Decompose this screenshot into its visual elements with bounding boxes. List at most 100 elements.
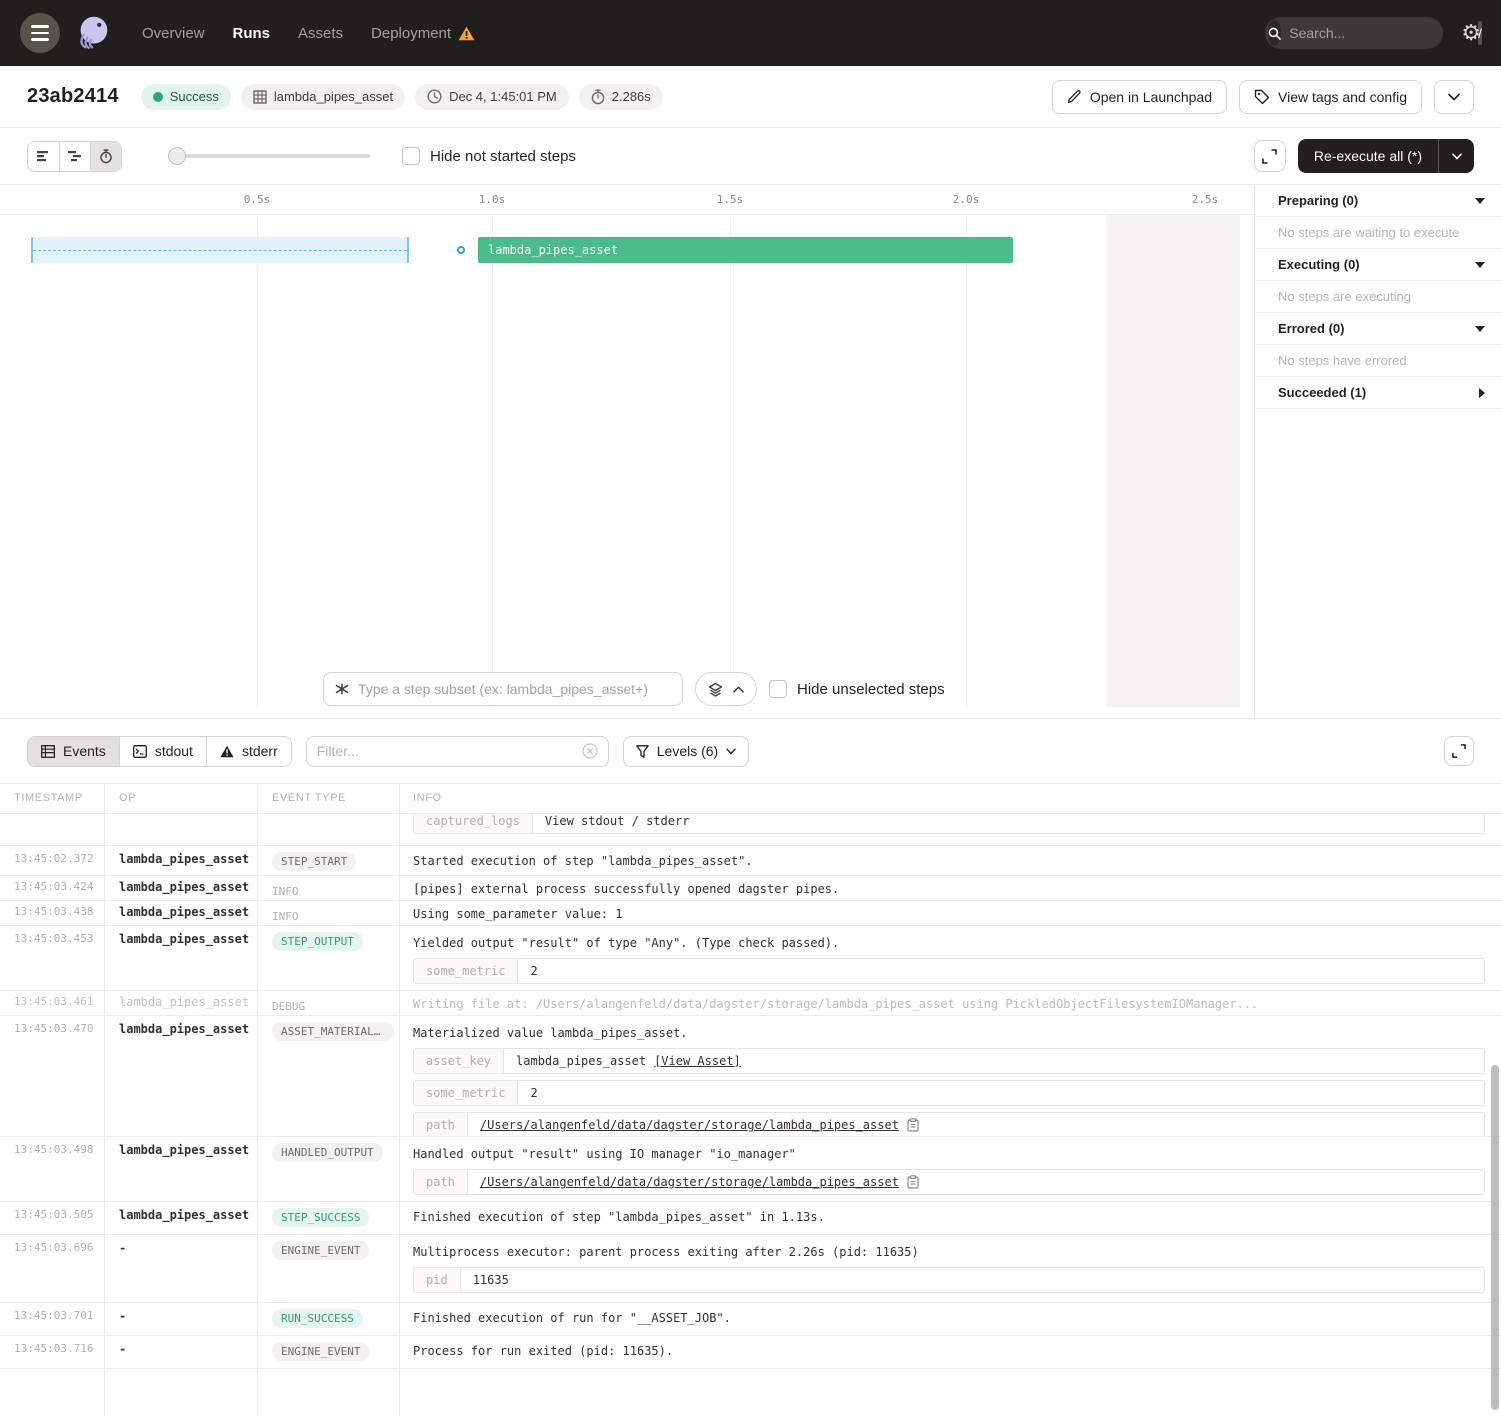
log-row[interactable]: 13:45:03.438 lambda_pipes_asset INFO Usi…: [0, 901, 1501, 926]
log-row[interactable]: 13:45:03.453 lambda_pipes_asset STEP_OUT…: [0, 926, 1501, 991]
metadata-value: 2: [518, 1081, 549, 1105]
log-message: Handled output "result" using IO manager…: [413, 1143, 1485, 1163]
step-subset-input[interactable]: [358, 681, 672, 697]
hide-unselected-checkbox[interactable]: [769, 680, 787, 698]
view-stdout-stderr-link[interactable]: View stdout / stderr: [545, 814, 690, 828]
run-actions-dropdown-button[interactable]: [1434, 80, 1474, 114]
section-errored[interactable]: Errored (0): [1256, 313, 1501, 345]
metadata-value: 2: [518, 959, 549, 983]
gantt-fullscreen-button[interactable]: [1254, 140, 1286, 172]
log-message: Process for run exited (pid: 11635).: [400, 1336, 1501, 1368]
global-search[interactable]: /: [1265, 17, 1443, 49]
op-name: -: [105, 1336, 258, 1368]
zoom-slider[interactable]: [170, 147, 370, 165]
log-tabs: Events stdout stderr: [27, 736, 292, 767]
section-succeeded[interactable]: Succeeded (1): [1256, 377, 1501, 409]
metadata-key: pid: [414, 1268, 461, 1292]
tab-stdout[interactable]: stdout: [119, 737, 206, 766]
copy-icon[interactable]: [907, 1175, 919, 1189]
section-preparing[interactable]: Preparing (0): [1256, 185, 1501, 217]
reexecute-dropdown-button[interactable]: [1438, 139, 1474, 173]
graph-query-toggle-button[interactable]: [695, 672, 757, 706]
metadata-entry: some_metric 2: [413, 1080, 1485, 1106]
log-scrollbar-thumb[interactable]: [1491, 1065, 1499, 1410]
copy-icon[interactable]: [907, 1118, 919, 1132]
view-tags-config-button[interactable]: View tags and config: [1239, 80, 1422, 114]
nav-item-deployment[interactable]: Deployment: [371, 25, 475, 42]
start-time-tag: Dec 4, 1:45:01 PM: [415, 84, 569, 110]
col-timestamp: TIMESTAMP: [0, 784, 105, 813]
search-icon: [1268, 20, 1281, 46]
event-type-text: DEBUG: [272, 1000, 305, 1013]
log-row[interactable]: 13:45:03.461 lambda_pipes_asset DEBUG Wr…: [0, 991, 1501, 1016]
log-fullscreen-button[interactable]: [1444, 736, 1474, 766]
log-row[interactable]: 13:45:03.716 - ENGINE_EVENT Process for …: [0, 1336, 1501, 1369]
log-row[interactable]: 13:45:03.701 - RUN_SUCCESS Finished exec…: [0, 1303, 1501, 1336]
log-filter-input[interactable]: [317, 743, 582, 759]
clear-filter-icon[interactable]: [582, 743, 598, 759]
op-name: lambda_pipes_asset: [105, 991, 258, 1015]
open-in-launchpad-label: Open in Launchpad: [1090, 89, 1212, 105]
log-row[interactable]: 13:45:03.424 lambda_pipes_asset INFO [pi…: [0, 876, 1501, 901]
event-type-badge: ASSET_MATERIALIZAT…: [272, 1022, 394, 1041]
tab-events[interactable]: Events: [28, 737, 119, 766]
log-row[interactable]: 13:45:03.470 lambda_pipes_asset ASSET_MA…: [0, 1016, 1501, 1137]
tab-stdout-label: stdout: [155, 743, 193, 759]
timestamp: 13:45:03.470: [0, 1016, 105, 1136]
event-type-text: INFO: [272, 885, 299, 898]
nav-item-overview[interactable]: Overview: [142, 25, 205, 42]
path-link[interactable]: /Users/alangenfeld/data/dagster/storage/…: [480, 1118, 899, 1132]
hide-not-started-checkbox[interactable]: [402, 147, 420, 165]
timestamp: 13:45:03.505: [0, 1202, 105, 1234]
op-name: lambda_pipes_asset: [105, 846, 258, 875]
search-input[interactable]: [1281, 25, 1478, 41]
section-executing-title: Executing (0): [1278, 257, 1360, 272]
log-message: Multiprocess executor: parent process ex…: [413, 1241, 1485, 1261]
flat-list-icon: [37, 150, 51, 162]
grid-icon: [253, 90, 267, 104]
gantt-chart: 0.5s 1.0s 1.5s 2.0s 2.5s lambda_pipes_as…: [0, 185, 1255, 718]
chevron-down-icon: [1452, 153, 1462, 160]
view-mode-waterfall-button[interactable]: [59, 142, 90, 171]
op-name: lambda_pipes_asset: [105, 1202, 258, 1234]
view-mode-timed-button[interactable]: [90, 142, 121, 171]
event-type-badge: STEP_OUTPUT: [272, 932, 363, 951]
hamburger-menu-button[interactable]: [20, 13, 60, 53]
asset-tag-label: lambda_pipes_asset: [274, 89, 393, 104]
log-row[interactable]: 13:45:03.696 - ENGINE_EVENT Multiprocess…: [0, 1235, 1501, 1303]
log-message: Yielded output "result" of type "Any". (…: [413, 932, 1485, 952]
log-row[interactable]: 13:45:03.498 lambda_pipes_asset HANDLED_…: [0, 1137, 1501, 1202]
op-name: lambda_pipes_asset: [105, 901, 258, 925]
timestamp: 13:45:03.696: [0, 1235, 105, 1302]
step-start-marker-icon: [457, 246, 465, 254]
gantt-time-axis: 0.5s 1.0s 1.5s 2.0s 2.5s: [0, 185, 1254, 215]
log-row[interactable]: 13:45:03.505 lambda_pipes_asset STEP_SUC…: [0, 1202, 1501, 1235]
expand-icon: [1452, 744, 1466, 758]
nav-item-runs[interactable]: Runs: [233, 25, 271, 42]
open-in-launchpad-button[interactable]: Open in Launchpad: [1052, 80, 1227, 114]
step-status-panel: Preparing (0) No steps are waiting to ex…: [1256, 185, 1501, 718]
reexecute-button[interactable]: Re-execute all (*): [1298, 139, 1474, 173]
gantt-step-bar[interactable]: lambda_pipes_asset: [478, 237, 1013, 263]
zoom-slider-knob[interactable]: [168, 147, 186, 165]
settings-gear-icon[interactable]: ⚙: [1461, 22, 1481, 44]
section-executing[interactable]: Executing (0): [1256, 249, 1501, 281]
event-type-badge: ENGINE_EVENT: [272, 1342, 369, 1361]
dagster-logo-icon[interactable]: [72, 12, 114, 54]
op-name: lambda_pipes_asset: [105, 1137, 258, 1201]
event-type-badge: ENGINE_EVENT: [272, 1241, 369, 1260]
log-message: Materialized value lambda_pipes_asset.: [413, 1022, 1485, 1042]
nav-item-assets[interactable]: Assets: [298, 25, 343, 42]
levels-filter-button[interactable]: Levels (6): [623, 736, 749, 767]
metadata-entry: some_metric 2: [413, 958, 1485, 984]
step-subset-box: [323, 672, 683, 706]
view-mode-flat-button[interactable]: [28, 142, 59, 171]
log-row[interactable]: captured_logs View stdout / stderr: [0, 814, 1501, 846]
axis-tick: 1.0s: [479, 193, 506, 206]
log-row[interactable]: 13:45:02.372 lambda_pipes_asset STEP_STA…: [0, 846, 1501, 876]
stopwatch-icon: [591, 89, 605, 105]
asset-tag[interactable]: lambda_pipes_asset: [241, 84, 405, 110]
tab-stderr[interactable]: stderr: [206, 737, 291, 766]
view-asset-link[interactable]: [View Asset]: [654, 1054, 741, 1068]
path-link[interactable]: /Users/alangenfeld/data/dagster/storage/…: [480, 1175, 899, 1189]
